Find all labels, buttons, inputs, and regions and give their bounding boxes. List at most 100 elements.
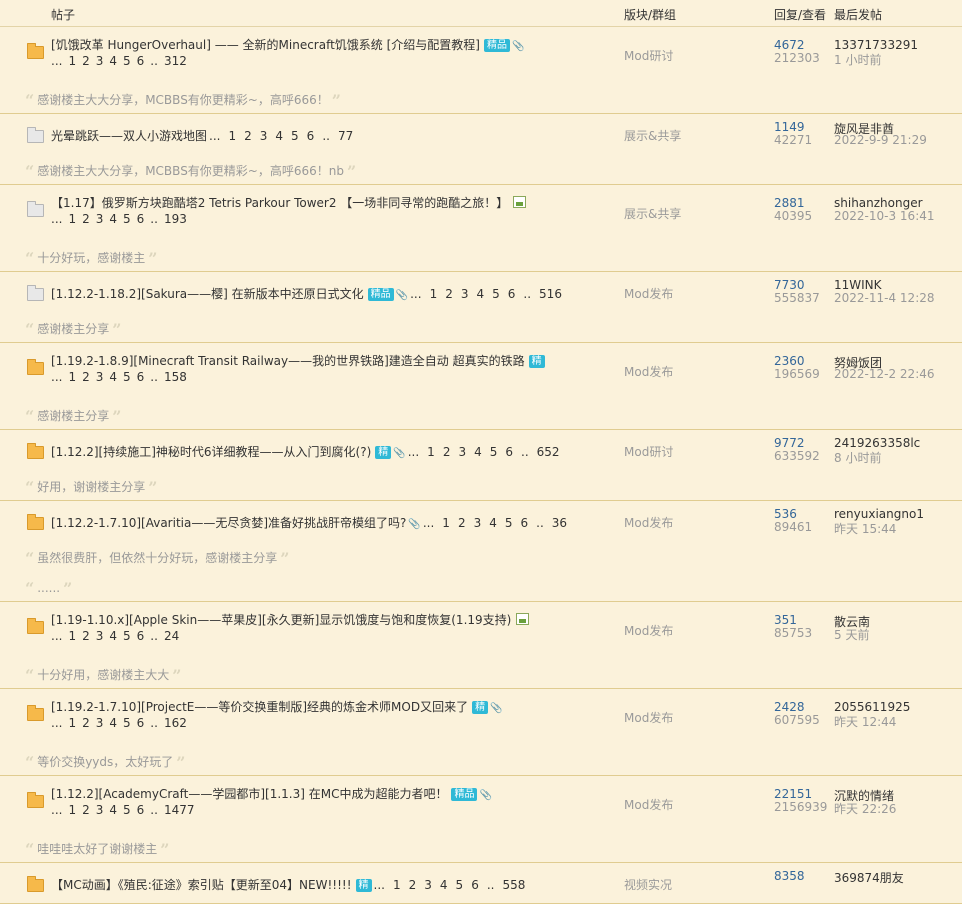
page-link[interactable]: 6 — [137, 370, 145, 384]
thread-title-link[interactable]: [1.12.2][AcademyCraft——学园都市][1.1.3] 在MC中… — [51, 787, 447, 801]
folder-icon[interactable] — [27, 618, 44, 634]
page-link[interactable]: 158 — [164, 370, 187, 384]
page-link[interactable]: 1 — [68, 716, 76, 730]
last-post-time[interactable]: 2022-11-4 12:28 — [834, 291, 935, 305]
page-link[interactable]: 2 — [443, 445, 451, 459]
page-link[interactable]: 77 — [338, 129, 353, 143]
page-link[interactable]: 5 — [123, 716, 131, 730]
page-link[interactable]: 3 — [96, 370, 104, 384]
page-link[interactable]: 3 — [461, 287, 469, 301]
page-link[interactable]: 1 — [427, 445, 435, 459]
last-post-time[interactable]: 昨天 15:44 — [834, 520, 896, 537]
forum-link[interactable]: Mod发布 — [624, 285, 673, 302]
page-link[interactable]: 4 — [275, 129, 283, 143]
folder-icon[interactable] — [27, 705, 44, 721]
forum-link[interactable]: Mod发布 — [624, 514, 673, 531]
page-link[interactable]: 193 — [164, 212, 187, 226]
page-link[interactable]: 6 — [137, 212, 145, 226]
page-link[interactable]: 2 — [244, 129, 252, 143]
page-link[interactable]: 1 — [442, 516, 450, 530]
page-link[interactable]: 6 — [505, 445, 513, 459]
page-link[interactable]: 1 — [68, 54, 76, 68]
page-link[interactable]: 5 — [291, 129, 299, 143]
page-link[interactable]: 2 — [82, 803, 90, 817]
folder-icon[interactable] — [27, 43, 44, 59]
page-link[interactable]: 3 — [96, 629, 104, 643]
page-link[interactable]: 2 — [82, 629, 90, 643]
last-poster-link[interactable]: renyuxiangno1 — [834, 507, 924, 521]
thread-title-link[interactable]: 【MC动画】《殖民:征途》索引贴【更新至04】NEW!!!!! — [51, 878, 352, 892]
last-post-time[interactable]: 5 天前 — [834, 626, 869, 643]
page-link[interactable]: 2 — [409, 878, 417, 892]
forum-link[interactable]: Mod研讨 — [624, 443, 673, 460]
page-link[interactable]: 24 — [164, 629, 179, 643]
last-poster-link[interactable]: 2419263358lc — [834, 436, 920, 450]
thread-title-link[interactable]: [1.19.2-1.8.9][Minecraft Transit Railway… — [51, 354, 525, 368]
page-link[interactable]: 3 — [96, 54, 104, 68]
page-link[interactable]: 6 — [307, 129, 315, 143]
page-link[interactable]: 1 — [68, 803, 76, 817]
page-link[interactable]: 6 — [137, 803, 145, 817]
page-link[interactable]: 36 — [552, 516, 567, 530]
page-link[interactable]: 3 — [96, 212, 104, 226]
last-poster-link[interactable]: 369874朋友 — [834, 869, 904, 886]
page-link[interactable]: 3 — [424, 878, 432, 892]
page-link[interactable]: 3 — [96, 716, 104, 730]
page-link[interactable]: 6 — [521, 516, 529, 530]
folder-icon[interactable] — [27, 201, 44, 217]
last-post-time[interactable]: 2022-9-9 21:29 — [834, 133, 927, 147]
last-poster-link[interactable]: 2055611925 — [834, 700, 910, 714]
page-link[interactable]: 5 — [123, 803, 131, 817]
page-link[interactable]: 5 — [123, 370, 131, 384]
page-link[interactable]: 5 — [490, 445, 498, 459]
page-link[interactable]: 4 — [440, 878, 448, 892]
last-post-time[interactable]: 昨天 22:26 — [834, 800, 896, 817]
page-link[interactable]: 1 — [393, 878, 401, 892]
folder-icon[interactable] — [27, 792, 44, 808]
forum-link[interactable]: Mod发布 — [624, 709, 673, 726]
page-link[interactable]: 2 — [458, 516, 466, 530]
last-post-time[interactable]: 2022-12-2 22:46 — [834, 367, 935, 381]
folder-icon[interactable] — [27, 127, 44, 143]
page-link[interactable]: 1 — [68, 212, 76, 226]
page-link[interactable]: 5 — [456, 878, 464, 892]
page-link[interactable]: 516 — [539, 287, 562, 301]
forum-link[interactable]: 展示&共享 — [624, 205, 681, 222]
page-link[interactable]: 3 — [474, 516, 482, 530]
folder-icon[interactable] — [27, 443, 44, 459]
page-link[interactable]: 5 — [123, 212, 131, 226]
page-link[interactable]: 5 — [505, 516, 513, 530]
page-link[interactable]: 4 — [476, 287, 484, 301]
page-link[interactable]: 1 — [68, 629, 76, 643]
page-link[interactable]: 1477 — [164, 803, 195, 817]
page-link[interactable]: 2 — [82, 370, 90, 384]
forum-link[interactable]: 视频实况 — [624, 876, 672, 893]
folder-icon[interactable] — [27, 876, 44, 892]
page-link[interactable]: 6 — [471, 878, 479, 892]
page-link[interactable]: 4 — [489, 516, 497, 530]
page-link[interactable]: 6 — [508, 287, 516, 301]
page-link[interactable]: 1 — [68, 370, 76, 384]
page-link[interactable]: 558 — [502, 878, 525, 892]
thread-title-link[interactable]: [饥饿改革 HungerOverhaul] —— 全新的Minecraft饥饿系… — [51, 38, 480, 52]
page-link[interactable]: 3 — [458, 445, 466, 459]
last-post-time[interactable]: 8 小时前 — [834, 449, 881, 466]
page-link[interactable]: 6 — [137, 629, 145, 643]
forum-link[interactable]: Mod研讨 — [624, 47, 673, 64]
last-poster-link[interactable]: 11WINK — [834, 278, 882, 292]
page-link[interactable]: 4 — [109, 629, 117, 643]
last-post-time[interactable]: 1 小时前 — [834, 51, 881, 68]
folder-icon[interactable] — [27, 359, 44, 375]
page-link[interactable]: 4 — [109, 370, 117, 384]
page-link[interactable]: 6 — [137, 54, 145, 68]
last-poster-link[interactable]: 13371733291 — [834, 38, 918, 52]
last-post-time[interactable]: 昨天 12:44 — [834, 713, 896, 730]
thread-title-link[interactable]: [1.12.2-1.7.10][Avaritia——无尽贪婪]准备好挑战肝帝模组… — [51, 516, 406, 530]
thread-title-link[interactable]: 光晕跳跃——双人小游戏地图 — [51, 129, 207, 143]
folder-icon[interactable] — [27, 285, 44, 301]
page-link[interactable]: 4 — [109, 716, 117, 730]
forum-link[interactable]: 展示&共享 — [624, 127, 681, 144]
page-link[interactable]: 4 — [109, 54, 117, 68]
page-link[interactable]: 6 — [137, 716, 145, 730]
forum-link[interactable]: Mod发布 — [624, 796, 673, 813]
